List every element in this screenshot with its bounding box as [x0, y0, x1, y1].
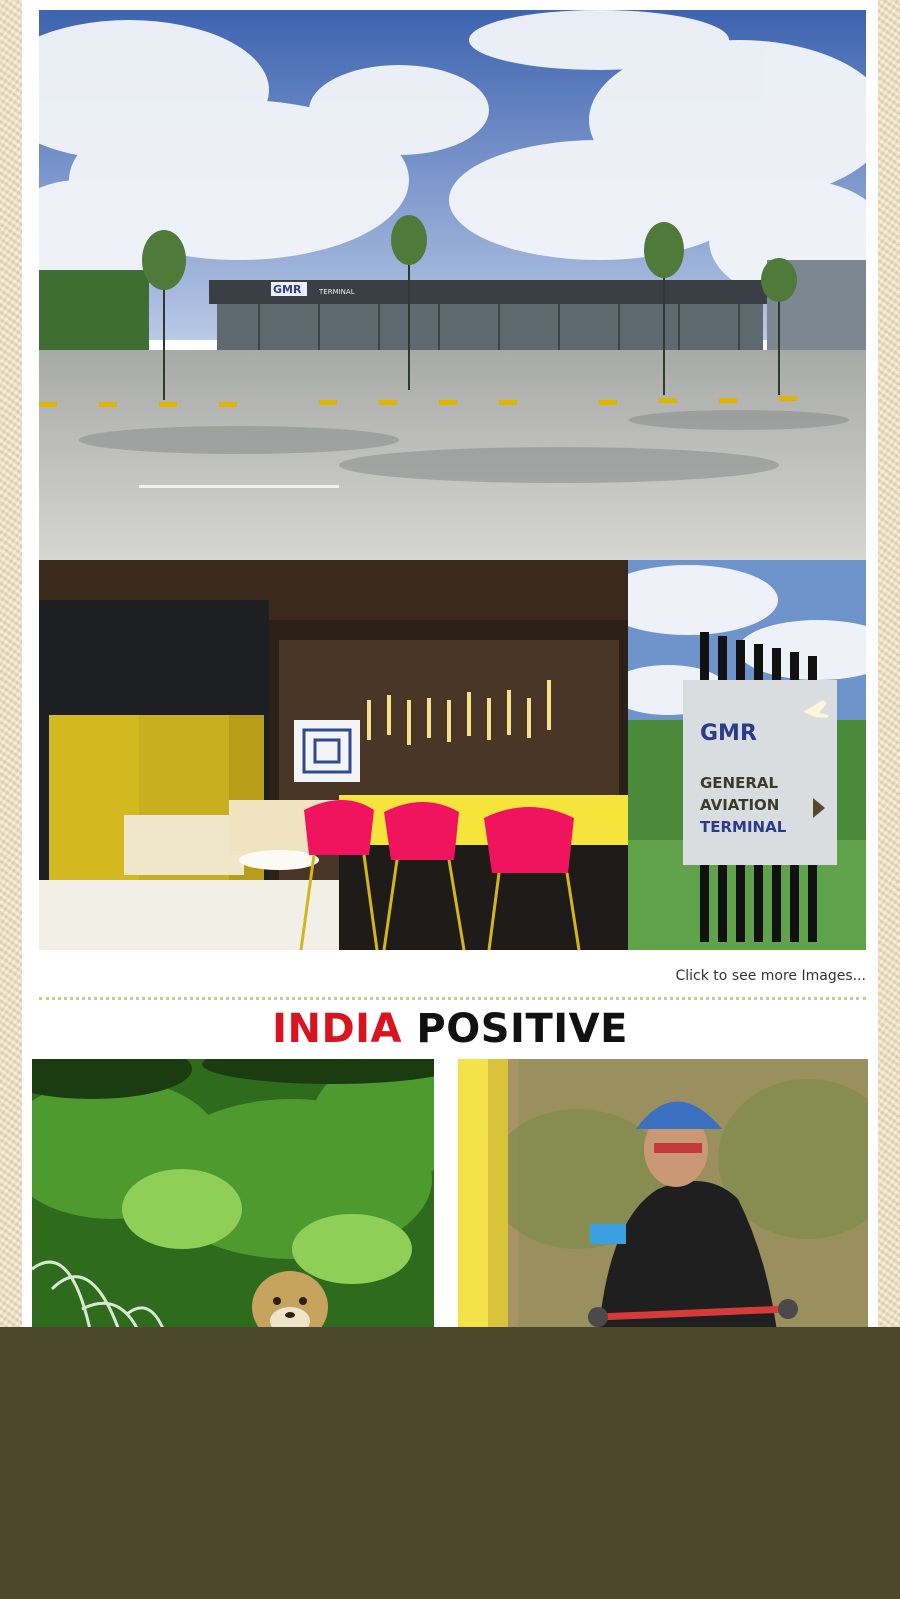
- sign-line-3: TERMINAL: [700, 818, 787, 836]
- bottom-overlay: [0, 1327, 900, 1599]
- section-title-accent: INDIA: [272, 1006, 402, 1052]
- sign-line-2: AVIATION: [700, 796, 779, 814]
- see-more-images-link[interactable]: Click to see more Images...: [676, 968, 867, 984]
- sign-logo-text: GMR: [700, 721, 757, 746]
- terminal-signboard-photo[interactable]: GMR GENERAL AVIATION TERMINAL: [628, 560, 866, 950]
- section-title-rest: POSITIVE: [402, 1006, 628, 1052]
- section-divider: [39, 997, 866, 1000]
- story-card-cyclist[interactable]: [458, 1059, 868, 1339]
- section-title: INDIA POSITIVE: [0, 1006, 900, 1052]
- lounge-photo[interactable]: [39, 560, 628, 950]
- sign-line-1: GENERAL: [700, 774, 779, 792]
- building-logo-text: GMR: [273, 283, 302, 296]
- story-card-cheetah[interactable]: [32, 1059, 434, 1339]
- terminal-exterior-photo[interactable]: GMR TERMINAL: [39, 10, 866, 560]
- building-sign-text: TERMINAL: [318, 288, 355, 296]
